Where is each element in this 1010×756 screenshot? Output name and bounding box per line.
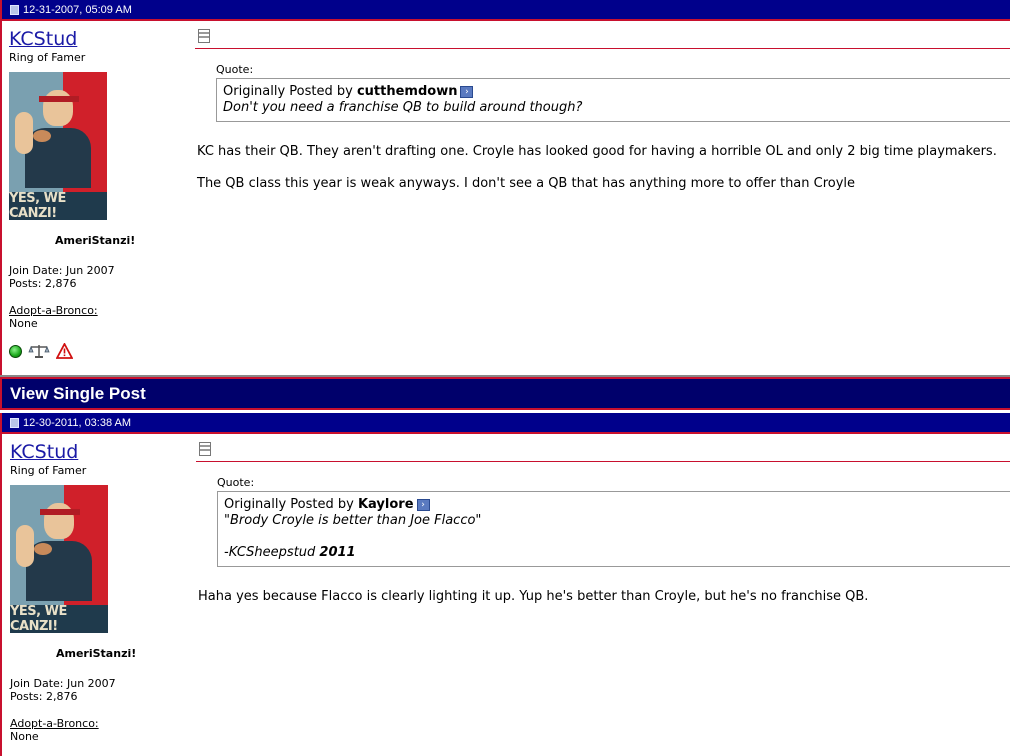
quote-prefix: Originally Posted by bbox=[224, 497, 358, 512]
post-count: Posts: 2,876 bbox=[9, 277, 77, 290]
avatar-football bbox=[33, 130, 51, 142]
post-2: 12-30-2011, 03:38 AM KCStud Ring of Fame… bbox=[0, 413, 1010, 756]
join-date: Join Date: Jun 2007 bbox=[10, 677, 116, 690]
reputation-scales-icon[interactable] bbox=[28, 343, 50, 359]
quote-box: Originally Posted by cutthemdown › Don't … bbox=[216, 78, 1010, 122]
document-icon bbox=[10, 4, 19, 15]
username-link[interactable]: KCStud bbox=[10, 441, 190, 463]
post-icon bbox=[199, 442, 211, 456]
avatar-arm bbox=[16, 525, 34, 567]
post-date: 12-30-2011, 03:38 AM bbox=[23, 416, 132, 429]
report-post-icon[interactable] bbox=[56, 343, 73, 359]
avatar-caption: YES, WE CANZI! bbox=[10, 604, 108, 633]
username-link[interactable]: KCStud bbox=[9, 28, 189, 50]
custom-name: AmeriStanzi! bbox=[56, 647, 137, 660]
quote-attribution: Originally Posted by cutthemdown › bbox=[223, 84, 1004, 100]
avatar: YES, WE CANZI! bbox=[9, 72, 107, 220]
quote-prefix: Originally Posted by bbox=[223, 84, 357, 99]
quote-author: Kaylore bbox=[357, 497, 414, 512]
post-1: 12-31-2007, 05:09 AM KCStud Ring of Fame… bbox=[0, 0, 1010, 377]
view-single-post-header: View Single Post bbox=[0, 377, 1010, 410]
user-title: Ring of Famer bbox=[10, 464, 87, 477]
quote-box: Originally Posted by Kaylore › "Brody Cro… bbox=[217, 491, 1010, 567]
avatar-football bbox=[34, 543, 52, 555]
quote-signature: -KCSheepstud 2011 bbox=[224, 545, 1004, 561]
post-header: 12-30-2011, 03:38 AM bbox=[2, 413, 1010, 434]
adopt-a-bronco-label: Adopt-a-Bronco: bbox=[10, 717, 99, 730]
user-info: KCStud Ring of Famer YES, WE CANZI! Amer… bbox=[9, 21, 189, 359]
adopt-a-bronco-value: None bbox=[9, 317, 38, 330]
custom-name: AmeriStanzi! bbox=[55, 234, 136, 247]
message-top-bar bbox=[195, 21, 1010, 49]
avatar-headband bbox=[39, 96, 79, 102]
avatar: YES, WE CANZI! bbox=[10, 485, 108, 633]
post-icon bbox=[198, 29, 210, 43]
view-post-arrow-icon[interactable]: › bbox=[460, 85, 474, 98]
document-icon bbox=[10, 417, 19, 428]
message-paragraph: The QB class this year is weak anyways. … bbox=[197, 176, 856, 191]
user-info: KCStud Ring of Famer YES, WE CANZI! Amer… bbox=[10, 434, 190, 743]
status-icons bbox=[9, 343, 189, 359]
quote-text: Don't you need a franchise QB to build a… bbox=[223, 100, 583, 115]
message-column: Quote: Originally Posted by cutthemdown ›… bbox=[195, 21, 1010, 192]
avatar-caption: YES, WE CANZI! bbox=[9, 191, 107, 220]
join-date: Join Date: Jun 2007 bbox=[9, 264, 115, 277]
post-header: 12-31-2007, 05:09 AM bbox=[2, 0, 1010, 21]
quote-label: Quote: bbox=[216, 63, 254, 76]
quote-signature-year: 2011 bbox=[319, 545, 356, 560]
view-post-arrow-icon[interactable]: › bbox=[416, 498, 430, 511]
quote-text: "Brody Croyle is better than Joe Flacco" bbox=[224, 513, 482, 528]
adopt-a-bronco-value: None bbox=[10, 730, 39, 743]
quote-author: cutthemdown bbox=[356, 84, 458, 99]
online-status-icon bbox=[9, 344, 22, 358]
quote-attribution: Originally Posted by Kaylore › bbox=[224, 497, 1004, 513]
message-top-bar bbox=[196, 434, 1010, 462]
message-column: Quote: Originally Posted by Kaylore › "Br… bbox=[196, 434, 1010, 605]
quote-signature-name: -KCSheepstud bbox=[224, 545, 320, 560]
avatar-arm bbox=[15, 112, 33, 154]
user-title: Ring of Famer bbox=[9, 51, 86, 64]
post-date: 12-31-2007, 05:09 AM bbox=[23, 3, 132, 16]
message-paragraph: KC has their QB. They aren't drafting on… bbox=[197, 144, 997, 159]
avatar-headband bbox=[40, 509, 80, 515]
post-count: Posts: 2,876 bbox=[10, 690, 78, 703]
quote-label: Quote: bbox=[217, 476, 255, 489]
adopt-a-bronco-label: Adopt-a-Bronco: bbox=[9, 304, 98, 317]
message-paragraph: Haha yes because Flacco is clearly light… bbox=[198, 589, 869, 604]
